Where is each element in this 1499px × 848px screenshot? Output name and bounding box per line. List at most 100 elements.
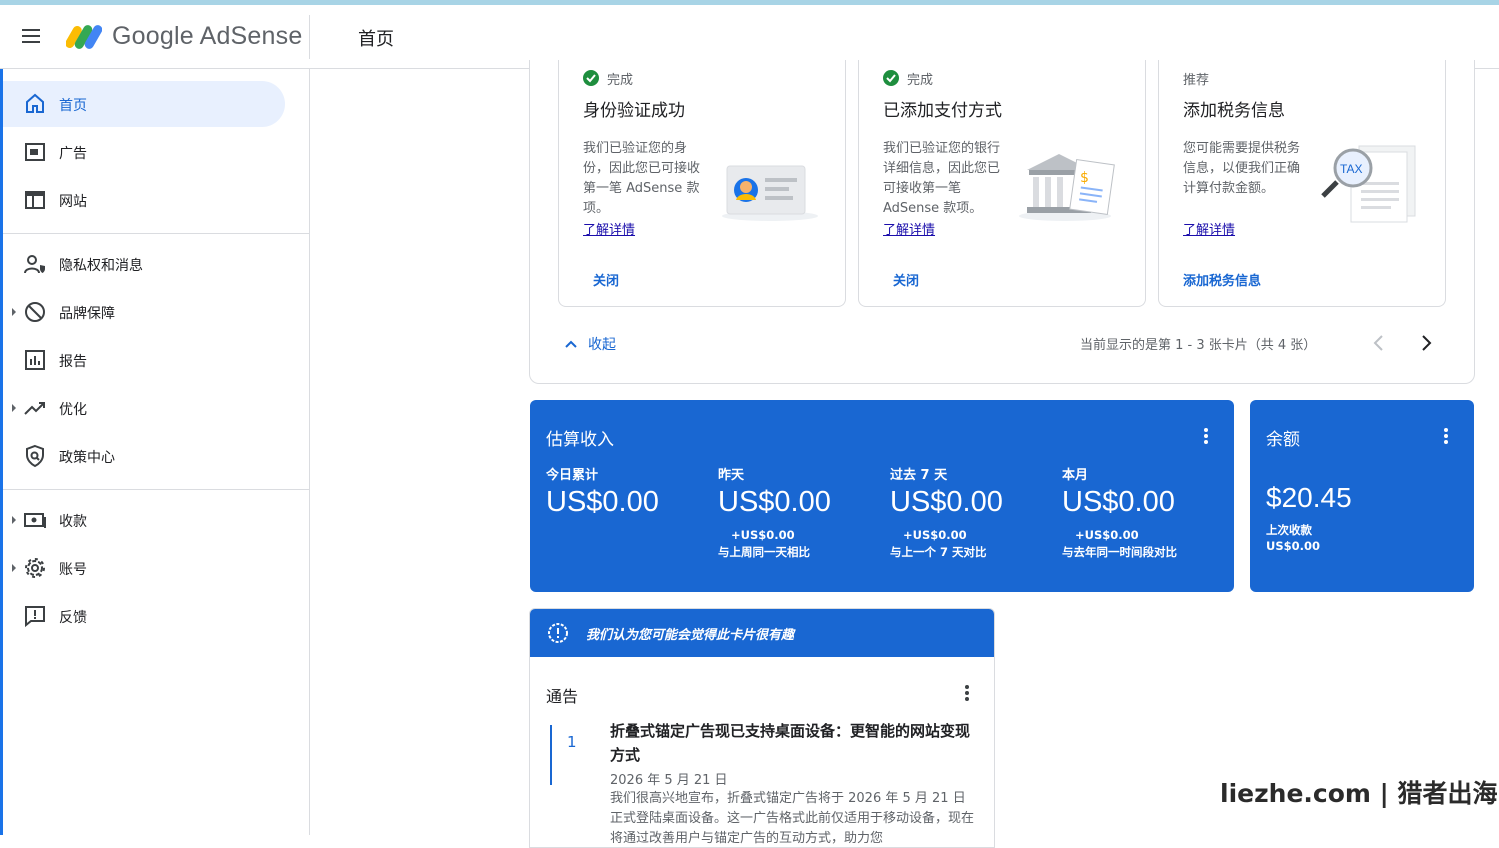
balance-card: 余额 $20.45 上次收款 US$0.00 [1250, 400, 1474, 592]
metric-last-7-days: 过去 7 天 US$0.00 +US$0.00 与上一个 7 天对比 [890, 464, 1060, 559]
announcement-body: 我们很高兴地宣布，折叠式锚定广告将于 2026 年 5 月 21 日正式登陆桌面… [610, 791, 975, 846]
task-card-tax-info: 推荐 添加税务信息 您可能需要提供税务信息，以便我们正确计算付款金额。 了解详情… [1158, 60, 1446, 307]
task-status: 完成 [907, 73, 934, 88]
sidebar-item-privacy[interactable]: 隐私权和消息 [3, 241, 285, 287]
announcement-number: 1 [567, 733, 577, 751]
announcement-headline[interactable]: 折叠式锚定广告现已支持桌面设备：更智能的网站变现方式 [610, 719, 980, 767]
sidebar-divider [3, 489, 309, 490]
metric-today: 今日累计 US$0.00 [546, 464, 716, 518]
window-left-edge [0, 69, 3, 835]
interest-banner-text: 我们认为您可能会觉得此卡片很有趣 [586, 628, 795, 643]
sidebar-item-payments[interactable]: 收款 [3, 497, 285, 543]
tax-illustration: TAX [1321, 145, 1416, 223]
task-title: 身份验证成功 [583, 101, 685, 121]
announcement-indicator [550, 725, 552, 785]
sidebar-item-label: 收款 [59, 514, 87, 530]
task-card-identity: 完成 身份验证成功 我们已验证您的身份，因此您已可接收第一笔 AdSense 款… [558, 60, 846, 307]
sidebar-item-label: 广告 [59, 146, 87, 162]
expand-caret-icon[interactable] [12, 516, 16, 524]
trend-icon [24, 402, 45, 415]
more-vert-icon[interactable] [957, 683, 977, 703]
id-card-illustration [722, 165, 818, 221]
collapse-label: 收起 [588, 337, 616, 353]
sites-icon [25, 191, 45, 209]
sidebar-item-home[interactable]: 首页 [3, 81, 285, 127]
sidebar-item-label: 报告 [59, 354, 87, 370]
last-payment-value: US$0.00 [1266, 539, 1320, 553]
payments-icon [24, 513, 46, 528]
task-title: 添加税务信息 [1183, 101, 1285, 121]
site-watermark: liezhe.com | 猎者出海 [1220, 779, 1498, 808]
report-icon [25, 350, 45, 370]
sidebar-item-label: 账号 [59, 562, 87, 578]
svg-text:$: $ [1080, 170, 1089, 186]
card-pager-text: 当前显示的是第 1 - 3 张卡片（共 4 张） [1080, 338, 1317, 353]
metric-this-month: 本月 US$0.00 +US$0.00 与去年同一时间段对比 [1062, 464, 1232, 559]
sidebar-item-label: 品牌保障 [59, 306, 115, 322]
balance-value: $20.45 [1266, 482, 1352, 513]
tax-label: TAX [1340, 162, 1362, 176]
privacy-icon [24, 255, 45, 274]
estimated-earnings-card: 估算收入 今日累计 US$0.00 昨天 US$0.00 +US$0.00 与上… [530, 400, 1234, 592]
gear-icon [25, 558, 45, 578]
metric-yesterday: 昨天 US$0.00 +US$0.00 与上周同一天相比 [718, 464, 888, 559]
ads-icon [25, 143, 45, 161]
alert-badge-icon [548, 623, 568, 643]
sidebar-item-brand-safety[interactable]: 品牌保障 [3, 289, 285, 335]
interest-banner: 我们认为您可能会觉得此卡片很有趣 [530, 609, 994, 657]
expand-caret-icon[interactable] [12, 308, 16, 316]
sidebar-item-reports[interactable]: 报告 [3, 337, 285, 383]
sidebar-item-label: 政策中心 [59, 450, 115, 466]
task-description: 我们已验证您的身份，因此您已可接收第一笔 AdSense 款项。 [583, 141, 701, 216]
metric-compare: 与上一个 7 天对比 [890, 545, 987, 559]
shield-icon [26, 444, 44, 468]
metric-compare: 与去年同一时间段对比 [1062, 545, 1177, 559]
home-icon [26, 93, 44, 113]
task-description: 我们已验证您的银行详细信息，因此您已可接收第一笔 AdSense 款项。 [883, 141, 1001, 216]
dismiss-button[interactable]: 关闭 [893, 270, 919, 289]
expand-caret-icon[interactable] [12, 404, 16, 412]
add-tax-info-button[interactable]: 添加税务信息 [1183, 270, 1261, 289]
metric-value: US$0.00 [890, 486, 1003, 518]
sidebar-item-label: 优化 [59, 402, 87, 418]
metric-compare: 与上周同一天相比 [718, 545, 810, 559]
adsense-logo-icon [66, 25, 102, 49]
earnings-title: 估算收入 [546, 430, 614, 450]
balance-title: 余额 [1266, 430, 1300, 450]
dismiss-button[interactable]: 关闭 [593, 270, 619, 289]
announcement-title: 通告 [546, 687, 579, 706]
feedback-icon [25, 606, 45, 628]
learn-more-link[interactable]: 了解详情 [1183, 219, 1235, 238]
brand-name: Google AdSense [112, 22, 303, 50]
page-title: 首页 [358, 29, 394, 50]
metric-label: 昨天 [718, 468, 745, 483]
sidebar-item-label: 首页 [59, 98, 87, 114]
sidebar-item-ads[interactable]: 广告 [3, 129, 285, 175]
learn-more-link[interactable]: 了解详情 [883, 219, 935, 238]
sidebar-item-policy-center[interactable]: 政策中心 [3, 433, 285, 479]
sidebar-item-feedback[interactable]: 反馈 [3, 593, 285, 639]
sidebar-item-optimize[interactable]: 优化 [3, 385, 285, 431]
chevron-up-icon [565, 340, 577, 348]
bank-illustration: $ [1019, 154, 1115, 221]
task-card-payment-method: 完成 已添加支付方式 我们已验证您的银行详细信息，因此您已可接收第一笔 AdSe… [858, 60, 1146, 307]
metric-value: US$0.00 [1062, 486, 1175, 518]
sidebar-item-sites[interactable]: 网站 [3, 177, 285, 223]
chevron-right-icon[interactable] [1415, 332, 1437, 354]
expand-caret-icon[interactable] [12, 564, 16, 572]
metric-value: US$0.00 [718, 486, 831, 518]
check-circle-icon [883, 70, 899, 86]
more-vert-icon[interactable] [1196, 426, 1216, 446]
chevron-left-icon[interactable] [1368, 332, 1390, 354]
learn-more-link[interactable]: 了解详情 [583, 219, 635, 238]
sidebar-item-label: 反馈 [59, 610, 87, 626]
task-description: 您可能需要提供税务信息，以便我们正确计算付款金额。 [1183, 141, 1301, 196]
sidebar-divider [3, 233, 309, 234]
metric-label: 过去 7 天 [890, 468, 948, 483]
sidebar-item-label: 隐私权和消息 [59, 258, 143, 274]
sidebar-item-account[interactable]: 账号 [3, 545, 285, 591]
hamburger-menu-icon[interactable] [22, 25, 50, 49]
task-status: 完成 [607, 73, 634, 88]
task-status: 推荐 [1183, 73, 1210, 88]
more-vert-icon[interactable] [1436, 426, 1456, 446]
